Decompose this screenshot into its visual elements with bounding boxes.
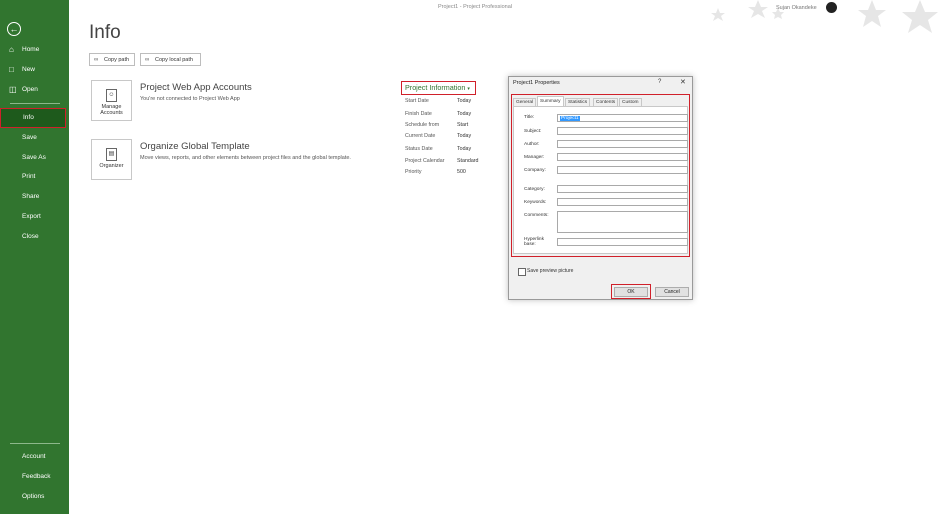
row-label: Priority: [405, 169, 422, 175]
sidebar-item-save-as[interactable]: Save As: [0, 149, 69, 167]
sidebar-item-label: Save: [22, 134, 37, 141]
sidebar-item-label: New: [22, 66, 36, 73]
sidebar-item-label: Close: [22, 233, 39, 240]
sidebar-item-export[interactable]: Export: [0, 208, 69, 226]
row-value: Today: [457, 133, 472, 139]
project-info-row: Status Date Today: [405, 146, 495, 156]
sidebar-divider: [10, 443, 60, 444]
sidebar-item-info[interactable]: Info: [0, 108, 66, 128]
pwa-title: Project Web App Accounts: [140, 82, 252, 93]
row-value: Today: [457, 146, 472, 152]
cancel-button[interactable]: Cancel: [655, 287, 689, 297]
sidebar-item-save[interactable]: Save: [0, 129, 69, 147]
project-info-row: Start Date Today: [405, 98, 495, 108]
row-label: Finish Date: [405, 111, 432, 117]
sidebar-item-label: Share: [22, 193, 40, 200]
sidebar-item-label: Open: [22, 86, 38, 93]
row-label: Start Date: [405, 98, 429, 104]
copy-local-path-label: Copy local path: [155, 57, 193, 63]
sidebar-item-label: Options: [22, 493, 45, 500]
project-information-label: Project Information: [405, 83, 466, 92]
save-preview-label: Save preview picture: [527, 268, 574, 274]
sidebar-item-label: Print: [22, 173, 36, 180]
back-arrow-icon[interactable]: ←: [7, 22, 21, 36]
sidebar-item-label: Account: [22, 453, 46, 460]
project-info-row: Finish Date Today: [405, 111, 495, 121]
sidebar-item-new[interactable]: □ New: [0, 61, 69, 79]
copy-path-label: Copy path: [104, 57, 130, 63]
chevron-down-icon: ▾: [467, 86, 470, 92]
link-icon: ∞: [145, 57, 150, 63]
copy-path-button[interactable]: ∞ Copy path: [89, 53, 135, 66]
sidebar-item-feedback[interactable]: Feedback: [0, 468, 69, 486]
project-info-row: Schedule from Start: [405, 122, 495, 132]
help-icon[interactable]: ?: [658, 79, 661, 85]
sidebar-item-options[interactable]: Options: [0, 488, 69, 506]
project-info-row: Priority 500: [405, 169, 495, 179]
save-preview-checkbox[interactable]: [518, 268, 526, 276]
sidebar-item-label: Info: [23, 114, 34, 121]
sidebar-item-share[interactable]: Share: [0, 188, 69, 206]
row-value: 500: [457, 169, 466, 175]
sidebar-item-print[interactable]: Print: [0, 168, 69, 186]
manage-accounts-button[interactable]: ☺ Manage Accounts: [91, 80, 132, 121]
row-value: Today: [457, 111, 472, 117]
project-info-row: Current Date Today: [405, 133, 495, 143]
page-title: Info: [89, 22, 121, 43]
dialog-title: Project1 Properties: [513, 80, 560, 86]
project-info-row: Project Calendar Standard: [405, 158, 495, 168]
sidebar-item-label: Save As: [22, 154, 46, 161]
avatar[interactable]: [826, 2, 837, 13]
organizer-icon: ▤: [106, 148, 117, 161]
backstage-sidebar: ← ⌂ Home □ New ◫ Open Info Save Save As …: [0, 0, 69, 514]
home-icon: ⌂: [9, 45, 14, 54]
sidebar-item-label: Home: [22, 46, 40, 53]
folder-open-icon: ◫: [9, 85, 17, 94]
row-label: Status Date: [405, 146, 433, 152]
sidebar-item-close[interactable]: Close: [0, 228, 69, 246]
sidebar-item-account[interactable]: Account: [0, 448, 69, 466]
user-name[interactable]: Sujan Okandeke: [776, 5, 817, 11]
sidebar-item-label: Export: [22, 213, 41, 220]
organizer-description: Move views, reports, and other elements …: [140, 155, 351, 161]
row-value: Today: [457, 98, 472, 104]
summary-highlight: [511, 94, 690, 257]
manage-accounts-label: Manage Accounts: [100, 104, 123, 116]
organizer-title: Organize Global Template: [140, 141, 250, 152]
sidebar-item-open[interactable]: ◫ Open: [0, 81, 69, 99]
ok-highlight: [611, 284, 651, 299]
sidebar-item-home[interactable]: ⌂ Home: [0, 41, 69, 59]
pwa-description: You're not connected to Project Web App: [140, 96, 240, 102]
row-label: Current Date: [405, 133, 436, 139]
row-label: Project Calendar: [405, 158, 445, 164]
row-value: Standard: [457, 158, 479, 164]
row-value: Start: [457, 122, 469, 128]
properties-dialog: Project1 Properties ? ✕ General Summary …: [508, 76, 693, 300]
close-icon[interactable]: ✕: [680, 78, 686, 86]
account-icon: ☺: [106, 89, 117, 102]
sidebar-item-label: Feedback: [22, 473, 51, 480]
organizer-label: Organizer: [99, 163, 124, 169]
organizer-button[interactable]: ▤ Organizer: [91, 139, 132, 180]
row-label: Schedule from: [405, 122, 440, 128]
new-document-icon: □: [9, 65, 14, 74]
project-information-dropdown[interactable]: Project Information ▾: [401, 81, 476, 95]
copy-local-path-button[interactable]: ∞ Copy local path: [140, 53, 201, 66]
sidebar-divider: [10, 103, 60, 104]
link-icon: ∞: [94, 57, 99, 63]
